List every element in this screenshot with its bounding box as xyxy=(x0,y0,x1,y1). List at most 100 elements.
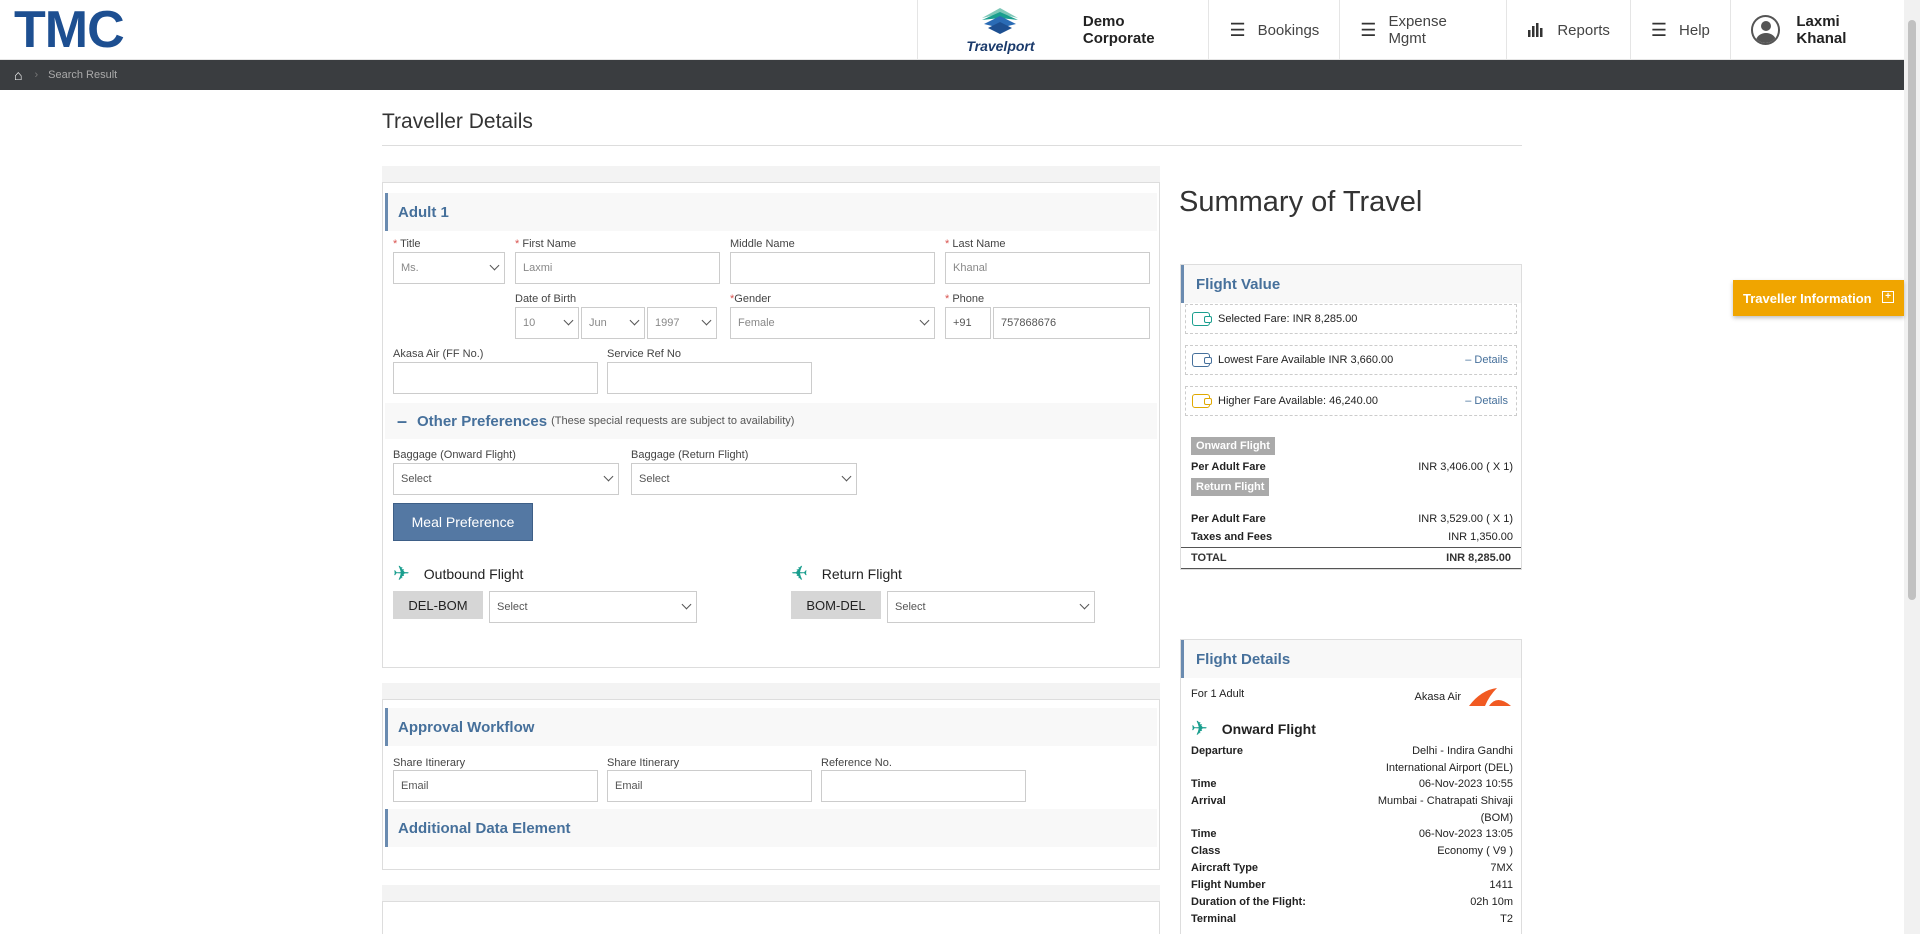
share-itinerary-email-1[interactable]: Email xyxy=(393,770,598,802)
approval-heading: Approval Workflow xyxy=(385,708,1157,746)
dob-day-select[interactable]: 10 xyxy=(515,307,579,339)
phone-label: * Phone xyxy=(945,293,985,305)
summary-title: Summary of Travel xyxy=(1179,186,1423,218)
service-ref-label: Service Ref No xyxy=(607,348,681,360)
nav-bookings[interactable]: ☰ Bookings xyxy=(1208,0,1339,60)
travelport-mark-icon xyxy=(982,8,1019,34)
chevron-down-icon xyxy=(489,260,500,271)
last-name-label: * Last Name xyxy=(945,238,1006,250)
breadcrumb-separator: › xyxy=(34,69,39,81)
section-spacer xyxy=(382,166,1160,182)
flight-detail-row: Departure Delhi - Indira Gandhi Internati… xyxy=(1191,745,1513,774)
title-divider xyxy=(382,145,1522,146)
menu-icon: ☰ xyxy=(1360,19,1377,40)
chevron-down-icon xyxy=(603,471,614,482)
reference-no-input[interactable] xyxy=(821,770,1026,802)
last-name-input[interactable]: Khanal xyxy=(945,252,1150,284)
plane-icon: ✈ xyxy=(393,563,410,585)
ff-label: Akasa Air (FF No.) xyxy=(393,348,484,360)
meal-preference-button[interactable]: Meal Preference xyxy=(393,503,533,541)
share-itinerary-email-2[interactable]: Email xyxy=(607,770,812,802)
other-preferences-toggle[interactable]: – Other Preferences (These special reque… xyxy=(385,403,1157,439)
baggage-onward-select[interactable]: Select xyxy=(393,463,619,495)
top-header: TMC Travelport Demo Corporate ☰ Bookings… xyxy=(0,0,1904,60)
corporate-name[interactable]: Demo Corporate xyxy=(1083,0,1209,60)
flight-detail-row: Time 06-Nov-2023 10:55 xyxy=(1191,778,1513,790)
nav-help[interactable]: ☰ Help xyxy=(1629,0,1730,60)
nav-bookings-label: Bookings xyxy=(1257,21,1320,39)
approval-card: Approval Workflow Share Itinerary Email … xyxy=(382,699,1160,870)
return-meal-select[interactable]: Select xyxy=(887,591,1095,623)
chevron-down-icon xyxy=(563,315,574,326)
flight-details-heading: Flight Details xyxy=(1181,640,1521,678)
menu-icon: ☰ xyxy=(1229,19,1246,40)
onward-flight-pill: Onward Flight xyxy=(1191,437,1275,455)
lowest-fare-details-link[interactable]: – Details xyxy=(1465,354,1508,366)
first-name-input[interactable]: Laxmi xyxy=(515,252,720,284)
middle-name-input[interactable] xyxy=(730,252,935,284)
phone-input[interactable]: 757868676 xyxy=(993,307,1150,339)
chevron-down-icon xyxy=(681,599,692,610)
return-flight-heading: ✈ Return Flight xyxy=(791,563,902,585)
baggage-return-label: Baggage (Return Flight) xyxy=(631,449,749,461)
collapse-icon: – xyxy=(397,410,408,431)
adult-card: Adult 1 * Title Ms. * First Name Laxmi M… xyxy=(382,182,1160,668)
home-icon[interactable]: ⌂ xyxy=(14,67,22,83)
taxes-row: Taxes and Fees INR 1,350.00 xyxy=(1191,531,1513,543)
outbound-route: DEL-BOM xyxy=(393,591,483,619)
breadcrumb-current[interactable]: Search Result xyxy=(48,69,117,81)
user-menu[interactable]: Laxmi Khanal xyxy=(1729,0,1904,60)
lowest-fare-row: Lowest Fare Available INR 3,660.00 – Det… xyxy=(1185,345,1517,375)
travelport-logo: Travelport xyxy=(917,0,1083,60)
wallet-icon xyxy=(1192,353,1212,367)
flight-value-card: Flight Value Selected Fare: INR 8,285.00… xyxy=(1180,264,1522,570)
page-title: Traveller Details xyxy=(382,110,533,133)
higher-fare-details-link[interactable]: – Details xyxy=(1465,395,1508,407)
outbound-flight-heading: ✈ Outbound Flight xyxy=(393,563,524,585)
dob-year-select[interactable]: 1997 xyxy=(647,307,717,339)
baggage-return-select[interactable]: Select xyxy=(631,463,857,495)
plane-icon: ✈ xyxy=(1191,718,1208,740)
nav-reports[interactable]: Reports xyxy=(1506,0,1630,60)
chevron-down-icon xyxy=(701,315,712,326)
flight-detail-row: Time 06-Nov-2023 13:05 xyxy=(1191,828,1513,840)
next-card xyxy=(382,901,1160,934)
bar-chart-icon xyxy=(1528,23,1543,37)
expand-icon: + xyxy=(1882,291,1894,303)
return-route: BOM-DEL xyxy=(791,591,881,619)
page-scrollbar[interactable] xyxy=(1904,0,1920,934)
travelport-text: Travelport xyxy=(966,38,1035,54)
section-spacer xyxy=(382,885,1160,901)
reference-no-label: Reference No. xyxy=(821,757,892,769)
service-ref-input[interactable] xyxy=(607,362,812,394)
first-name-label: * First Name xyxy=(515,238,577,250)
breadcrumb: ⌂ › Search Result xyxy=(0,60,1904,90)
chevron-down-icon xyxy=(1079,599,1090,610)
adult-heading: Adult 1 xyxy=(385,193,1157,231)
return-per-adult-row: Per Adult Fare INR 3,529.00 ( X 1) xyxy=(1191,513,1513,525)
traveller-information-button[interactable]: Traveller Information + xyxy=(1733,280,1904,316)
selected-fare-row: Selected Fare: INR 8,285.00 xyxy=(1185,304,1517,334)
phone-code-input[interactable]: +91 xyxy=(945,307,991,339)
gender-label: *Gender xyxy=(730,293,771,305)
ff-input[interactable] xyxy=(393,362,598,394)
scrollbar-thumb[interactable] xyxy=(1908,20,1916,600)
flight-detail-row: Arrival Mumbai - Chatrapati Shivaji (BOM) xyxy=(1191,795,1513,824)
title-select[interactable]: Ms. xyxy=(393,252,505,284)
tmc-logo[interactable]: TMC xyxy=(14,4,125,56)
wallet-icon xyxy=(1192,312,1212,326)
section-spacer xyxy=(382,683,1160,699)
onward-per-adult-row: Per Adult Fare INR 3,406.00 ( X 1) xyxy=(1191,461,1513,473)
wallet-icon xyxy=(1192,394,1212,408)
baggage-onward-label: Baggage (Onward Flight) xyxy=(393,449,516,461)
other-preferences-heading: Other Preferences xyxy=(417,412,548,430)
chevron-down-icon xyxy=(919,315,930,326)
flight-value-heading: Flight Value xyxy=(1181,265,1521,303)
gender-select[interactable]: Female xyxy=(730,307,935,339)
akasa-logo-icon xyxy=(1469,688,1511,706)
dob-month-select[interactable]: Jun xyxy=(581,307,645,339)
avatar-icon xyxy=(1750,15,1781,45)
outbound-meal-select[interactable]: Select xyxy=(489,591,697,623)
other-preferences-note: (These special requests are subject to a… xyxy=(551,415,795,427)
nav-expense[interactable]: ☰ Expense Mgmt xyxy=(1339,0,1506,60)
